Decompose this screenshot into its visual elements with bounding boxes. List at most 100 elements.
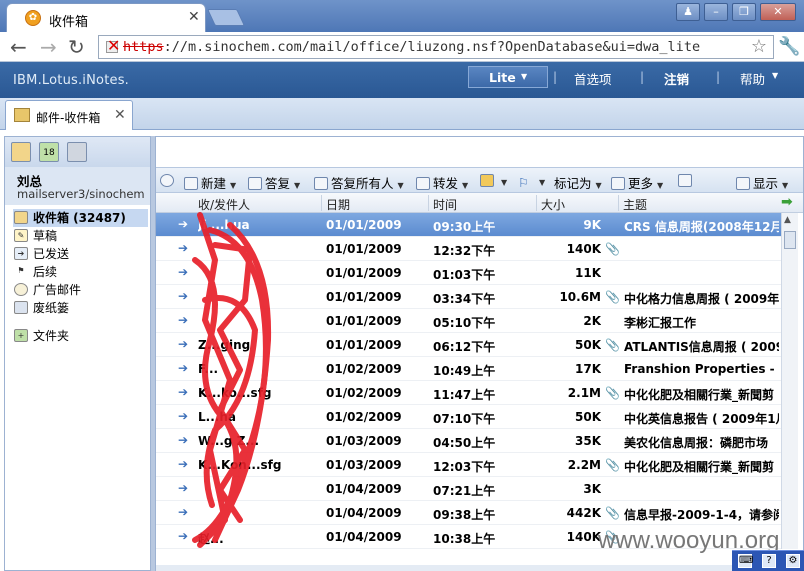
restore-button[interactable]: ❐ xyxy=(732,3,756,21)
forward-label: 转发 xyxy=(433,176,459,191)
lite-label: Lite xyxy=(489,70,516,85)
message-row[interactable]: ➔ 01/01/2009 05:10下午 2K 李彬汇报工作 xyxy=(156,309,781,333)
folder-inbox[interactable]: 收件箱 (32487) xyxy=(13,209,148,227)
message-row[interactable]: ➔ Ji ...hua 01/01/2009 09:30上午 9K CRS 信息周报(20… xyxy=(156,213,781,237)
ibm-lotus-logo: IBM.Lotus.iNotes. xyxy=(13,73,130,88)
message-row[interactable]: ➔ K...Kon...sfg 01/03/2009 12:03下午 2.2M 📎 中化化肥… xyxy=(156,453,781,477)
message-subject: 美农化信息周报：磷肥市场 xyxy=(624,436,769,450)
col-date[interactable]: 日期 xyxy=(326,196,350,213)
folder-label: 后续 xyxy=(33,265,58,279)
message-date: 01/02/2009 xyxy=(326,386,402,400)
browser-tab[interactable]: ✿ 收件箱 ✕ xyxy=(6,3,206,32)
message-time: 05:10下午 xyxy=(433,316,496,330)
message-row[interactable]: ➔ F... 01/02/2009 10:49上午 17K Franshion Prope… xyxy=(156,357,781,381)
close-icon[interactable]: ✕ xyxy=(114,107,126,123)
inbox-icon xyxy=(14,211,28,224)
browser-toolbar: ← → ↻ ✕ https://m.sinochem.com/mail/offi… xyxy=(0,32,804,62)
forward-arrow-icon[interactable]: → xyxy=(40,35,57,59)
tab-mail-inbox[interactable]: 邮件-收件箱 ✕ xyxy=(5,100,133,130)
keyboard-icon[interactable]: ⌨ xyxy=(738,554,753,568)
show-button[interactable]: 显示 ▼ xyxy=(736,173,788,192)
new-button[interactable]: 新建 ▼ xyxy=(184,173,236,192)
message-date: 01/01/2009 xyxy=(326,290,402,304)
back-arrow-icon[interactable]: ← xyxy=(10,35,27,59)
message-time: 07:21上午 xyxy=(433,484,496,498)
folder-folders[interactable]: + 文件夹 xyxy=(13,327,148,345)
folder-label: 文件夹 xyxy=(33,329,70,343)
minimize-button[interactable]: – xyxy=(704,3,728,21)
col-time[interactable]: 时间 xyxy=(433,196,457,213)
message-size: 50K xyxy=(575,410,601,424)
folder-followup[interactable]: ⚑ 后续 xyxy=(13,263,148,281)
message-row[interactable]: ➔ 01/01/2009 01:03下午 11K xyxy=(156,261,781,285)
settings-icon[interactable]: ⚙ xyxy=(786,554,800,568)
folder-label: 收件箱 (32487) xyxy=(33,211,126,225)
trash-icon xyxy=(14,301,28,314)
new-tab-button[interactable] xyxy=(207,9,245,26)
close-tab-icon[interactable]: ✕ xyxy=(188,9,200,25)
scroll-up-icon[interactable]: ▲ xyxy=(784,215,791,225)
user-icon[interactable]: ♟ xyxy=(676,3,700,21)
mark-as-button[interactable]: 标记为 ▼ xyxy=(554,173,602,192)
refresh-button[interactable] xyxy=(160,173,177,188)
print-button[interactable] xyxy=(678,173,695,188)
lite-mode-button[interactable]: Lite ▼ xyxy=(468,66,548,88)
folder-sent[interactable]: ➔ 已发送 xyxy=(13,245,148,263)
unread-arrow-icon: ➔ xyxy=(178,241,189,255)
move-folder-button[interactable]: ▼ xyxy=(480,173,507,188)
inbox-icon xyxy=(14,108,30,122)
unread-arrow-icon: ➔ xyxy=(178,217,189,231)
forward-button[interactable]: 转发 ▼ xyxy=(416,173,468,192)
message-size: 11K xyxy=(575,266,601,280)
message-time: 01:03下午 xyxy=(433,268,496,282)
message-row[interactable]: ➔ L...ha 01/02/2009 07:10下午 50K 中化英信息报告 ( 200… xyxy=(156,405,781,429)
menu-preferences[interactable]: 首选项 xyxy=(574,69,612,88)
message-row[interactable]: ➔ 01/04/2009 07:21上午 3K xyxy=(156,477,781,501)
message-row[interactable]: ➔ Z...ging 01/01/2009 06:12下午 50K 📎 ATLANTIS信息… xyxy=(156,333,781,357)
scroll-thumb[interactable] xyxy=(784,231,796,249)
message-sender: L...ha xyxy=(198,410,236,424)
folder-junk[interactable]: 广告邮件 xyxy=(13,281,148,299)
message-row[interactable]: ➔ 01/01/2009 03:34下午 10.6M 📎 中化格力信息周报 ( 2009年 xyxy=(156,285,781,309)
message-row[interactable]: ➔ W...g Z... 01/03/2009 04:50上午 35K 美农化信息周报：磷… xyxy=(156,429,781,453)
more-button[interactable]: 更多 ▼ xyxy=(611,173,663,192)
contacts-icon[interactable] xyxy=(67,142,87,162)
col-size[interactable]: 大小 xyxy=(541,196,565,213)
reload-icon[interactable]: ↻ xyxy=(68,35,85,59)
vertical-scrollbar[interactable]: ▲ xyxy=(781,213,798,549)
layout-icon xyxy=(736,177,750,190)
message-row[interactable]: ➔ 01/04/2009 09:38上午 442K 📎 信息早报-2009-1-4，请参阅 xyxy=(156,501,781,525)
message-sender: Ji ...hua xyxy=(198,218,250,232)
favicon-icon: ✿ xyxy=(25,10,41,26)
help-icon[interactable]: ? xyxy=(762,554,776,568)
close-window-button[interactable]: ✕ xyxy=(760,3,796,21)
reply-all-label: 答复所有人 xyxy=(331,176,394,191)
message-date: 01/04/2009 xyxy=(326,482,402,496)
message-row[interactable]: ➔ 01/01/2009 12:32下午 140K 📎 xyxy=(156,237,781,261)
horizontal-scrollbar[interactable] xyxy=(156,565,803,571)
calendar-icon[interactable]: 18 xyxy=(39,142,59,162)
wrench-icon[interactable]: 🔧 xyxy=(778,36,800,57)
message-date: 01/01/2009 xyxy=(326,338,402,352)
address-bar[interactable]: ✕ https://m.sinochem.com/mail/office/liu… xyxy=(98,35,774,59)
menu-help[interactable]: 帮助 xyxy=(740,69,765,88)
reply-icon xyxy=(248,177,262,190)
flag-icon: ⚐ xyxy=(518,175,530,190)
follow-up-button[interactable]: ⚐ ▼ xyxy=(518,173,545,190)
folder-label: 草稿 xyxy=(33,229,58,243)
action-bar: 新建 ▼ 答复 ▼ 答复所有人 ▼ 转发 ▼ ▼ ⚐ ▼ 标记为 ▼ 更多 ▼ 显示 ▼ xyxy=(156,167,803,193)
message-row[interactable]: ➔ K...ko...sfg 01/02/2009 11:47上午 2.1M 📎 中化化肥及… xyxy=(156,381,781,405)
folder-drafts[interactable]: ✎ 草稿 xyxy=(13,227,148,245)
mail-icon[interactable] xyxy=(11,142,31,162)
menu-logout[interactable]: 注销 xyxy=(664,69,689,88)
url-scheme: https xyxy=(123,39,164,55)
more-label: 更多 xyxy=(628,176,654,191)
next-page-icon[interactable]: ➡ xyxy=(781,194,793,210)
bookmark-star-icon[interactable]: ☆ xyxy=(751,36,767,57)
reply-button[interactable]: 答复 ▼ xyxy=(248,173,300,192)
insecure-x-icon: ✕ xyxy=(107,36,121,55)
reply-all-button[interactable]: 答复所有人 ▼ xyxy=(314,173,404,192)
col-sender[interactable]: 收/发件人 xyxy=(198,196,250,213)
folder-trash[interactable]: 废纸篓 xyxy=(13,299,148,317)
col-subject[interactable]: 主题 xyxy=(623,196,647,213)
